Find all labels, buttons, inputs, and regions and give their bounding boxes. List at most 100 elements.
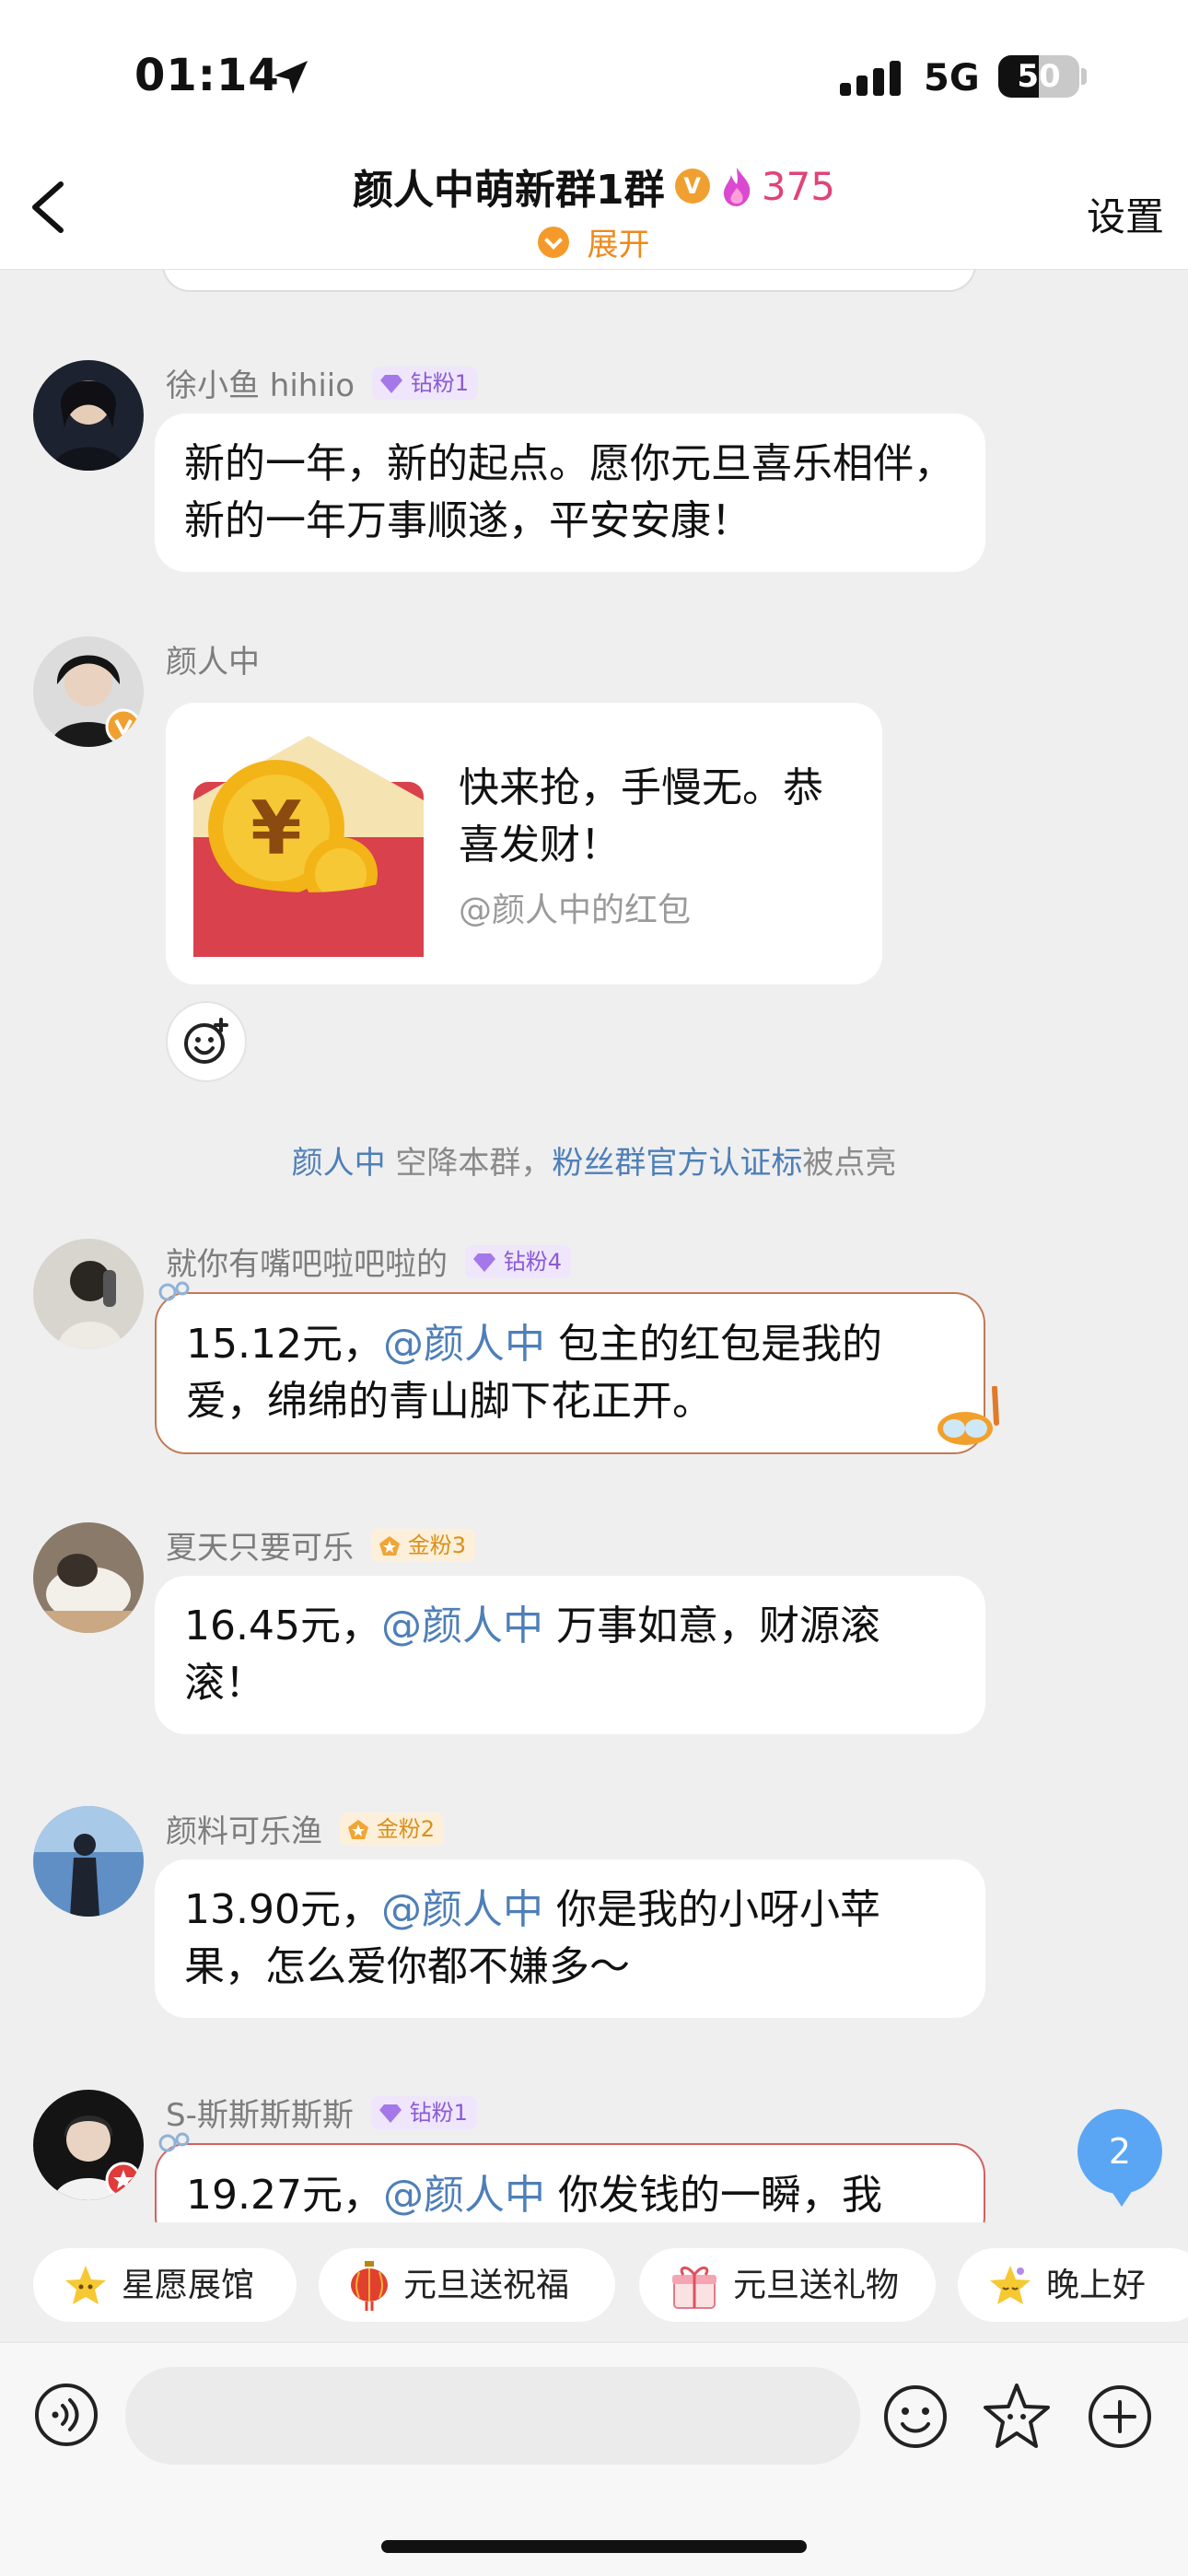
fan-level-badge: 金粉3 — [371, 1528, 476, 1562]
diamond-icon — [380, 374, 403, 393]
message-text: 你发钱的一瞬，我 — [544, 2172, 882, 2219]
message-bubble[interactable]: 新的一年，新的起点。愿你元旦喜乐相伴，新的一年万事顺遂，平安安康！ — [155, 414, 985, 572]
fan-level-badge: 钻粉1 — [372, 366, 479, 400]
svg-text:¥: ¥ — [250, 786, 302, 871]
previous-message-bubble — [162, 270, 976, 292]
diamond-icon — [473, 1253, 496, 1272]
amount-text: 19.27元， — [186, 2172, 383, 2219]
emoji-icon[interactable] — [882, 2384, 949, 2450]
sender-row: S-斯斯斯斯斯 钻粉1 — [166, 2090, 477, 2134]
chip-label: 元旦送祝福 — [403, 2267, 570, 2304]
chip-new-year-gifts[interactable]: 元旦送礼物 — [639, 2248, 936, 2322]
red-packet-message: 快来抢，手慢无。恭喜发财！ — [459, 764, 823, 868]
avatar[interactable] — [33, 1806, 144, 1917]
status-bar: 01:14 5G 50 — [0, 0, 1188, 138]
mention-link[interactable]: @颜人中 — [381, 1886, 543, 1933]
star-icon — [65, 2266, 106, 2304]
chevron-down-icon — [538, 226, 570, 258]
chip-label: 元旦送礼物 — [733, 2267, 900, 2304]
official-verified-icon — [105, 708, 142, 745]
chip-label: 星愿展馆 — [122, 2267, 255, 2304]
bubble-deco-icon — [158, 2132, 190, 2152]
sender-name[interactable]: 徐小鱼 hihiio — [166, 367, 355, 404]
expand-toggle[interactable]: 展开 — [0, 219, 1188, 264]
group-title: 颜人中萌新群1群 — [352, 167, 665, 214]
fan-level-badge: 钻粉1 — [370, 2095, 477, 2129]
mention-link[interactable]: @颜人中 — [383, 1321, 545, 1368]
mention-link[interactable]: @颜人中 — [383, 2172, 545, 2219]
sender-row: 夏天只要可乐 金粉3 — [166, 1522, 476, 1567]
battery-tip — [1081, 68, 1087, 85]
quick-action-chips: 星愿展馆 元旦送祝福 元旦送礼物 晚上好 — [0, 2222, 1188, 2342]
amount-text: 13.90元， — [184, 1886, 381, 1933]
sender-row: 颜人中 — [166, 636, 260, 681]
cellular-signal-icon — [840, 61, 901, 96]
badge-label: 钻粉1 — [409, 2099, 468, 2126]
notice-user-link[interactable]: 颜人中 — [292, 1145, 386, 1182]
fan-level-badge: 钻粉4 — [465, 1244, 572, 1278]
gold-fan-icon — [348, 1819, 369, 1839]
heat-count: 375 — [761, 163, 836, 209]
red-packet-owner: @颜人中的红包 — [459, 892, 692, 929]
sender-name[interactable]: 颜人中 — [166, 644, 260, 681]
network-type: 5G — [924, 57, 980, 99]
sleepy-star-icon — [990, 2266, 1031, 2304]
expand-label: 展开 — [587, 227, 650, 263]
title-row[interactable]: 颜人中萌新群1群 V 375 — [0, 157, 1188, 216]
chip-good-evening[interactable]: 晚上好 — [958, 2248, 1188, 2322]
badge-label: 钻粉1 — [410, 369, 470, 396]
unread-count-badge[interactable]: 2 — [1077, 2109, 1162, 2207]
red-packet-card[interactable]: ¥ 快来抢，手慢无。恭喜发财！ @颜人中的红包 — [166, 703, 882, 985]
sender-name[interactable]: 夏天只要可乐 — [166, 1530, 354, 1567]
amount-text: 15.12元， — [186, 1321, 383, 1368]
lantern-icon — [351, 2261, 388, 2311]
gold-fan-icon — [379, 1535, 401, 1556]
star-badge-icon — [105, 2162, 142, 2198]
voice-input-icon[interactable] — [33, 2382, 99, 2448]
avatar[interactable] — [33, 2090, 144, 2200]
sender-name[interactable]: S-斯斯斯斯斯 — [166, 2097, 354, 2134]
notice-text: 空降本群， — [385, 1145, 553, 1182]
add-reaction-button[interactable] — [166, 1001, 247, 1082]
mention-link[interactable]: @颜人中 — [381, 1603, 543, 1649]
red-envelope-icon: ¥ — [193, 736, 424, 957]
badge-label: 钻粉4 — [503, 1248, 563, 1275]
message-bubble[interactable]: 19.27元，@颜人中 你发钱的一瞬，我 — [155, 2143, 985, 2222]
sender-name[interactable]: 颜料可乐渔 — [166, 1813, 322, 1850]
home-indicator — [381, 2540, 807, 2553]
sender-name[interactable]: 就你有嘴吧啦吧啦的 — [166, 1246, 448, 1283]
message-bubble[interactable]: 13.90元，@颜人中 你是我的小呀小苹果，怎么爱你都不嫌多～ — [155, 1859, 985, 2018]
amount-text: 16.45元， — [184, 1603, 381, 1649]
chip-new-year-wishes[interactable]: 元旦送祝福 — [319, 2248, 615, 2322]
add-more-icon[interactable] — [1087, 2384, 1153, 2450]
notice-suffix: 被点亮 — [802, 1145, 897, 1182]
fan-level-badge: 金粉2 — [340, 1812, 445, 1846]
message-input[interactable] — [125, 2367, 860, 2465]
message-text: 新的一年，新的起点。愿你元旦喜乐相伴，新的一年万事顺遂，平安安康！ — [184, 440, 954, 544]
bubble-deco-icon — [158, 1281, 190, 1301]
location-arrow-icon — [274, 61, 308, 94]
battery-icon: 50 — [998, 55, 1079, 98]
sticker-star-icon[interactable] — [982, 2382, 1052, 2452]
sender-row: 就你有嘴吧啦吧啦的 钻粉4 — [166, 1239, 572, 1283]
badge-label: 金粉3 — [407, 1532, 467, 1558]
gift-icon — [672, 2267, 716, 2309]
chat-message-list[interactable]: 徐小鱼 hihiio 钻粉1 新的一年，新的起点。愿你元旦喜乐相伴，新的一年万事… — [0, 270, 1188, 2222]
avatar[interactable] — [33, 1522, 144, 1633]
avatar[interactable] — [33, 1239, 144, 1349]
badge-label: 金粉2 — [376, 1815, 436, 1842]
add-emoji-icon — [184, 1018, 228, 1064]
chip-label: 晚上好 — [1046, 2267, 1147, 2304]
flame-icon — [723, 168, 751, 206]
system-notice: 颜人中 空降本群，粉丝群官方认证标被点亮 — [0, 1137, 1188, 1183]
sender-row: 颜料可乐渔 金粉2 — [166, 1806, 445, 1850]
status-time: 01:14 — [134, 50, 280, 101]
notice-badge-link[interactable]: 粉丝群官方认证标 — [552, 1145, 802, 1182]
battery-level: 50 — [1017, 58, 1061, 95]
avatar[interactable] — [33, 360, 144, 471]
settings-button[interactable]: 设置 — [1087, 186, 1164, 242]
avatar[interactable] — [33, 636, 144, 747]
message-bubble[interactable]: 15.12元，@颜人中 包主的红包是我的爱，绵绵的青山脚下花正开。 — [155, 1292, 985, 1454]
chip-star-gallery[interactable]: 星愿展馆 — [33, 2248, 297, 2322]
message-bubble[interactable]: 16.45元，@颜人中 万事如意，财源滚滚！ — [155, 1576, 985, 1734]
